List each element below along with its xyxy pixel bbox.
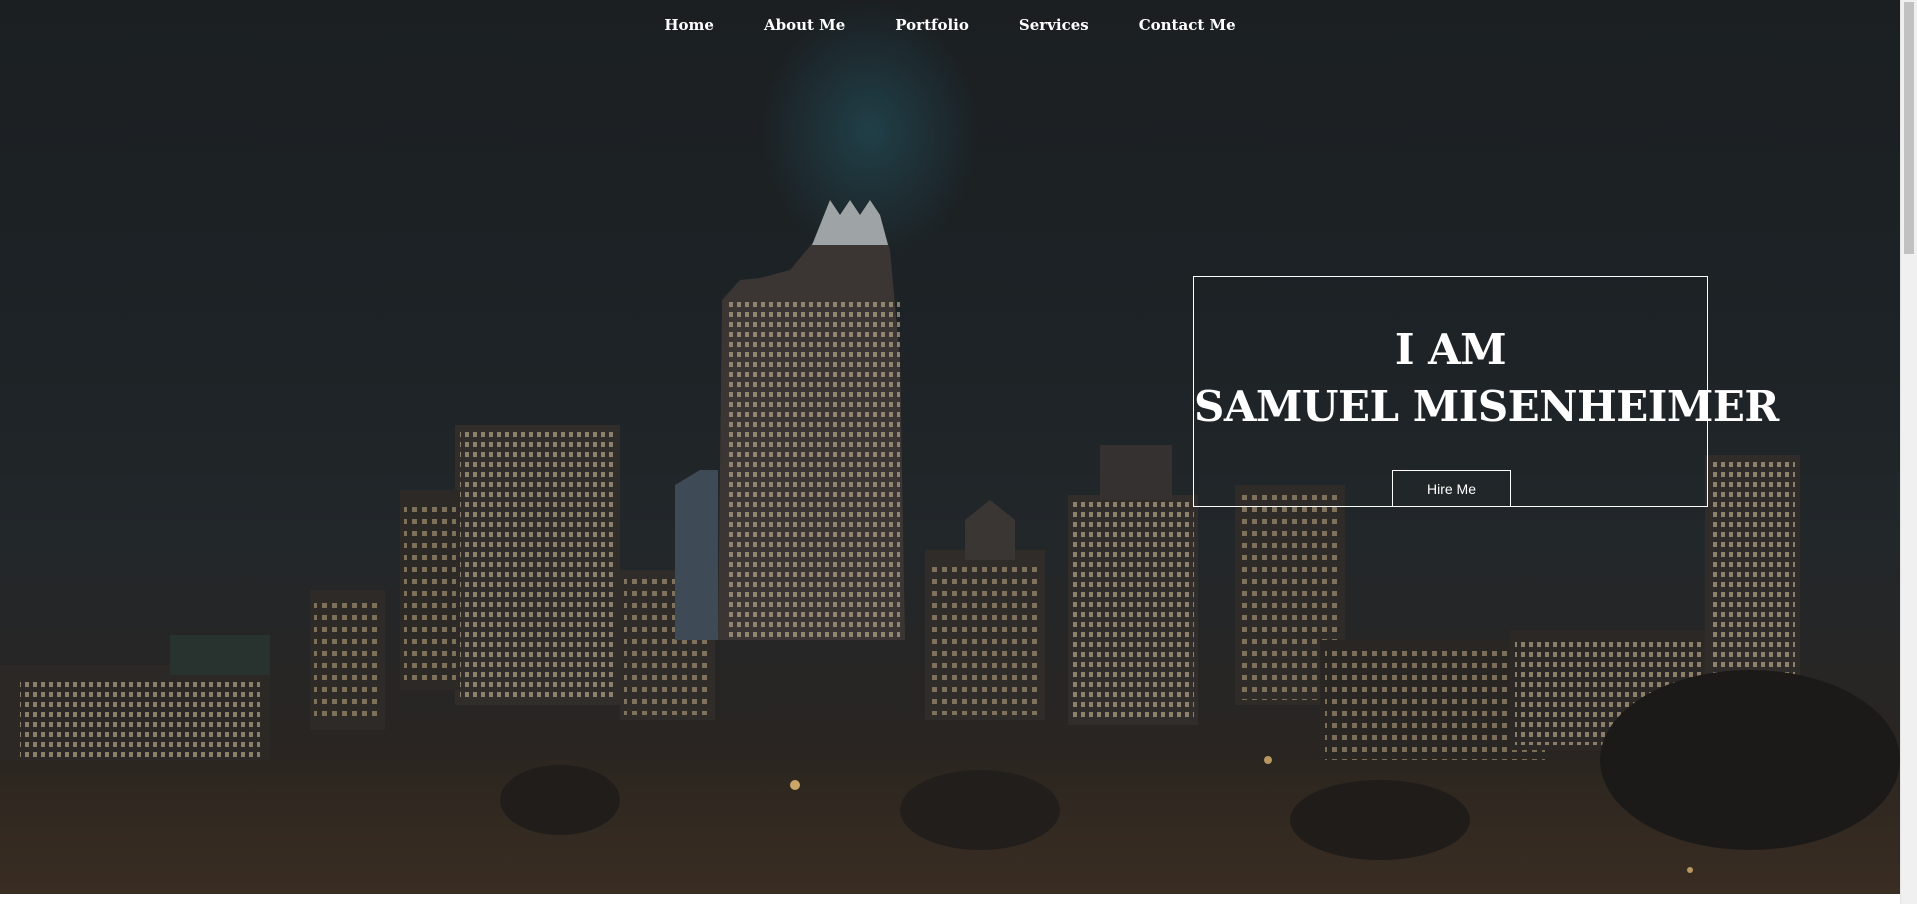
- nav-services[interactable]: Services: [1019, 16, 1089, 34]
- main-nav: Home About Me Portfolio Services Contact…: [0, 0, 1900, 50]
- hero-name: SAMUEL MISENHEIMER: [1194, 382, 1779, 431]
- nav-home[interactable]: Home: [664, 16, 714, 34]
- hero-intro-box: I AM SAMUEL MISENHEIMER Hire Me: [1193, 276, 1779, 507]
- nav-about-me[interactable]: About Me: [764, 16, 845, 34]
- hero-section: Home About Me Portfolio Services Contact…: [0, 0, 1900, 894]
- page-viewport: Home About Me Portfolio Services Contact…: [0, 0, 1900, 894]
- nav-contact-me[interactable]: Contact Me: [1139, 16, 1236, 34]
- hero-heading: I AM SAMUEL MISENHEIMER: [1194, 277, 1779, 435]
- vertical-scrollbar[interactable]: [1900, 0, 1917, 904]
- hire-me-button[interactable]: Hire Me: [1392, 470, 1511, 507]
- nav-portfolio[interactable]: Portfolio: [895, 16, 969, 34]
- hero-line-1: I AM: [1394, 325, 1507, 374]
- scrollbar-thumb[interactable]: [1904, 2, 1914, 254]
- page-bottom-strip: [0, 894, 1900, 904]
